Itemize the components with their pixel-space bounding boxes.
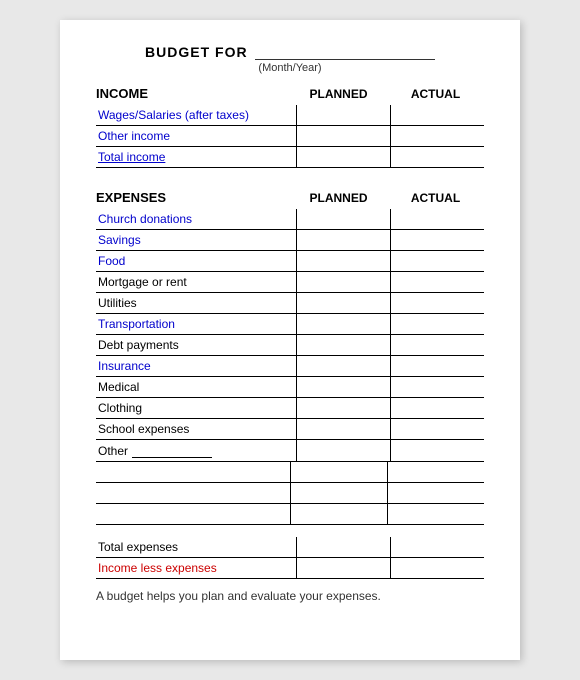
income-row-other: Other income xyxy=(96,126,484,147)
church-actual-cell[interactable] xyxy=(390,209,484,229)
total-income-planned-cell[interactable] xyxy=(296,147,390,167)
expense-row-school: School expenses xyxy=(96,419,484,440)
expense-row-other: Other xyxy=(96,440,484,462)
total-income-label: Total income xyxy=(96,147,296,167)
blank-row-1 xyxy=(96,462,484,483)
transportation-actual-cell[interactable] xyxy=(390,314,484,334)
income-less-label: Income less expenses xyxy=(96,558,296,578)
debt-label: Debt payments xyxy=(96,335,296,355)
insurance-actual-cell[interactable] xyxy=(390,356,484,376)
total-income-actual-cell[interactable] xyxy=(390,147,484,167)
transportation-planned-cell[interactable] xyxy=(296,314,390,334)
medical-label: Medical xyxy=(96,377,296,397)
total-expenses-label: Total expenses xyxy=(96,537,296,557)
income-table: Wages/Salaries (after taxes) Other incom… xyxy=(96,105,484,168)
expense-row-mortgage: Mortgage or rent xyxy=(96,272,484,293)
savings-planned-cell[interactable] xyxy=(296,230,390,250)
savings-actual-cell[interactable] xyxy=(390,230,484,250)
blank-label-3 xyxy=(96,504,290,524)
blank-row-3 xyxy=(96,504,484,525)
expense-row-clothing: Clothing xyxy=(96,398,484,419)
blank-planned-1[interactable] xyxy=(290,462,387,482)
income-planned-header: PLANNED xyxy=(290,87,387,101)
medical-actual-cell[interactable] xyxy=(390,377,484,397)
blank-label-2 xyxy=(96,483,290,503)
wages-actual-cell[interactable] xyxy=(390,105,484,125)
blank-row-2 xyxy=(96,483,484,504)
other-actual-cell[interactable] xyxy=(390,440,484,461)
expenses-header: EXPENSES PLANNED ACTUAL xyxy=(96,190,484,205)
blank-planned-2[interactable] xyxy=(290,483,387,503)
other-label: Other xyxy=(96,440,296,461)
medical-planned-cell[interactable] xyxy=(296,377,390,397)
church-planned-cell[interactable] xyxy=(296,209,390,229)
mortgage-actual-cell[interactable] xyxy=(390,272,484,292)
food-planned-cell[interactable] xyxy=(296,251,390,271)
debt-actual-cell[interactable] xyxy=(390,335,484,355)
other-income-actual-cell[interactable] xyxy=(390,126,484,146)
clothing-label: Clothing xyxy=(96,398,296,418)
blank-actual-3[interactable] xyxy=(387,504,484,524)
month-year-label: (Month/Year) xyxy=(96,62,484,74)
insurance-label: Insurance xyxy=(96,356,296,376)
total-expenses-actual-cell[interactable] xyxy=(390,537,484,557)
expense-row-utilities: Utilities xyxy=(96,293,484,314)
savings-label: Savings xyxy=(96,230,296,250)
expense-row-medical: Medical xyxy=(96,377,484,398)
debt-planned-cell[interactable] xyxy=(296,335,390,355)
food-actual-cell[interactable] xyxy=(390,251,484,271)
mortgage-planned-cell[interactable] xyxy=(296,272,390,292)
expenses-label: EXPENSES xyxy=(96,190,290,205)
expense-row-insurance: Insurance xyxy=(96,356,484,377)
budget-page: BUDGET FOR (Month/Year) INCOME PLANNED A… xyxy=(60,20,520,660)
other-income-label: Other income xyxy=(96,126,296,146)
school-planned-cell[interactable] xyxy=(296,419,390,439)
expenses-table: Church donations Savings Food Mortgage o… xyxy=(96,209,484,579)
income-row-total: Total income xyxy=(96,147,484,168)
other-planned-cell[interactable] xyxy=(296,440,390,461)
expense-row-savings: Savings xyxy=(96,230,484,251)
expense-row-food: Food xyxy=(96,251,484,272)
expenses-actual-header: ACTUAL xyxy=(387,191,484,205)
budget-name-line[interactable] xyxy=(255,45,435,60)
school-label: School expenses xyxy=(96,419,296,439)
utilities-planned-cell[interactable] xyxy=(296,293,390,313)
mortgage-label: Mortgage or rent xyxy=(96,272,296,292)
blank-planned-3[interactable] xyxy=(290,504,387,524)
income-less-expenses-row: Income less expenses xyxy=(96,558,484,579)
blank-label-1 xyxy=(96,462,290,482)
expense-row-church: Church donations xyxy=(96,209,484,230)
school-actual-cell[interactable] xyxy=(390,419,484,439)
clothing-planned-cell[interactable] xyxy=(296,398,390,418)
expense-row-transportation: Transportation xyxy=(96,314,484,335)
budget-for-label: BUDGET FOR xyxy=(145,44,248,60)
clothing-actual-cell[interactable] xyxy=(390,398,484,418)
blank-actual-1[interactable] xyxy=(387,462,484,482)
expenses-planned-header: PLANNED xyxy=(290,191,387,205)
income-row-wages: Wages/Salaries (after taxes) xyxy=(96,105,484,126)
total-expenses-planned-cell[interactable] xyxy=(296,537,390,557)
income-less-actual-cell[interactable] xyxy=(390,558,484,578)
insurance-planned-cell[interactable] xyxy=(296,356,390,376)
income-actual-header: ACTUAL xyxy=(387,87,484,101)
income-header: INCOME PLANNED ACTUAL xyxy=(96,86,484,101)
wages-planned-cell[interactable] xyxy=(296,105,390,125)
income-less-planned-cell[interactable] xyxy=(296,558,390,578)
other-income-planned-cell[interactable] xyxy=(296,126,390,146)
food-label: Food xyxy=(96,251,296,271)
utilities-label: Utilities xyxy=(96,293,296,313)
title-row: BUDGET FOR xyxy=(96,44,484,60)
total-expenses-row: Total expenses xyxy=(96,537,484,558)
wages-label: Wages/Salaries (after taxes) xyxy=(96,105,296,125)
income-label: INCOME xyxy=(96,86,290,101)
footer-note: A budget helps you plan and evaluate you… xyxy=(96,589,484,603)
expense-row-debt: Debt payments xyxy=(96,335,484,356)
transportation-label: Transportation xyxy=(96,314,296,334)
church-label: Church donations xyxy=(96,209,296,229)
utilities-actual-cell[interactable] xyxy=(390,293,484,313)
blank-actual-2[interactable] xyxy=(387,483,484,503)
